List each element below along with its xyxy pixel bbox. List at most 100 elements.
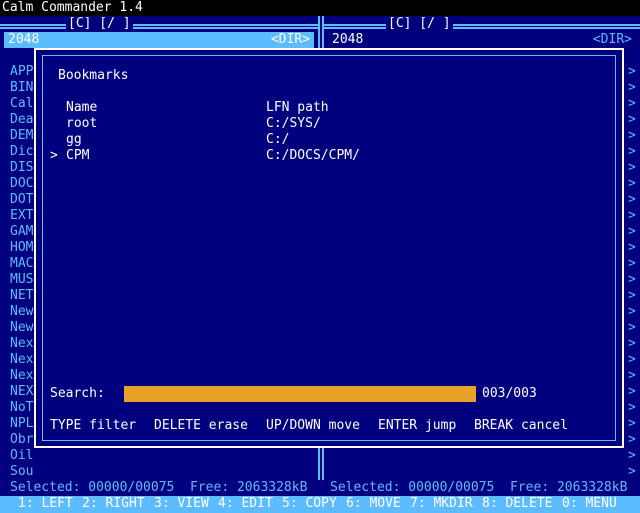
left-selection-status: Selected: 00000/00075 Free: 2063328kB xyxy=(10,480,308,495)
panel-border-line xyxy=(0,27,318,29)
bookmark-name: root xyxy=(66,116,98,131)
left-panel-selected-entry[interactable]: 2048 <DIR> xyxy=(4,32,314,48)
file-list-item-chevron-icon[interactable]: > xyxy=(628,384,640,400)
function-key-number: 7: xyxy=(410,496,426,511)
file-list-item-chevron-icon[interactable]: > xyxy=(628,336,640,352)
function-key-number: 4: xyxy=(218,496,234,511)
function-key-delete[interactable]: 8: DELETE xyxy=(482,496,552,513)
file-list-item-chevron-icon[interactable]: > xyxy=(628,144,640,160)
function-key-number: 8: xyxy=(482,496,498,511)
file-list-item-chevron-icon[interactable]: > xyxy=(628,464,640,480)
file-list-item[interactable]: Oil xyxy=(10,448,40,464)
selected-entry-type: <DIR> xyxy=(270,32,310,47)
file-list-item-chevron-icon[interactable]: > xyxy=(628,64,640,80)
hint-up-down-move: UP/DOWN move xyxy=(266,418,360,433)
file-list-item-chevron-icon[interactable]: > xyxy=(628,128,640,144)
right-panel-selected-entry[interactable]: 2048 <DIR> xyxy=(328,32,636,48)
function-key-left[interactable]: 1: LEFT xyxy=(18,496,73,513)
file-list-item-chevron-icon[interactable]: > xyxy=(628,288,640,304)
search-label: Search: xyxy=(50,386,105,401)
file-list-item-chevron-icon[interactable]: > xyxy=(628,240,640,256)
function-key-label: EDIT xyxy=(233,496,273,511)
file-list-item-chevron-icon[interactable]: > xyxy=(628,400,640,416)
selection-marker-icon xyxy=(50,132,58,148)
file-list-item-chevron-icon[interactable]: > xyxy=(628,80,640,96)
function-key-label: MOVE xyxy=(361,496,401,511)
function-key-right[interactable]: 2: RIGHT xyxy=(82,496,145,513)
function-key-label: COPY xyxy=(297,496,337,511)
bookmark-name: CPM xyxy=(66,148,90,163)
file-list-item-chevron-icon[interactable]: > xyxy=(628,160,640,176)
file-list-item-chevron-icon[interactable]: > xyxy=(628,320,640,336)
file-list-item-chevron-icon[interactable]: > xyxy=(628,176,640,192)
status-bar: Selected: 00000/00075 Free: 2063328kB Se… xyxy=(0,480,640,496)
function-key-number: 1: xyxy=(18,496,34,511)
hint-enter-jump: ENTER jump xyxy=(378,418,457,433)
function-key-menu[interactable]: 0: MENU xyxy=(562,496,617,513)
hint-break-cancel: BREAK cancel xyxy=(474,418,568,433)
bookmark-path: C:/SYS/ xyxy=(266,116,321,131)
file-list-item-chevron-icon[interactable]: > xyxy=(628,352,640,368)
panel-border-line xyxy=(0,24,318,26)
function-key-number: 3: xyxy=(154,496,170,511)
function-key-label: MKDIR xyxy=(425,496,473,511)
bookmark-row[interactable]: > CPM C:/DOCS/CPM/ xyxy=(36,148,596,164)
file-list-item-chevron-icon[interactable]: > xyxy=(628,112,640,128)
file-list-item-chevron-icon[interactable]: > xyxy=(628,224,640,240)
hint-delete-erase: DELETE erase xyxy=(154,418,248,433)
app-title: Calm Commander 1.4 xyxy=(0,0,640,16)
file-list-item-chevron-icon[interactable]: > xyxy=(628,192,640,208)
left-panel-path[interactable]: [C] [/ ] xyxy=(66,16,133,32)
selected-entry-name: 2048 xyxy=(8,32,40,47)
right-file-list[interactable]: > > > > > > > > > > > > > > > > > > > > > > > > > > xyxy=(628,64,640,480)
bookmark-path: C:/DOCS/CPM/ xyxy=(266,148,360,163)
text-cursor xyxy=(116,386,124,402)
file-list-item-chevron-icon[interactable]: > xyxy=(628,416,640,432)
function-key-label: RIGHT xyxy=(97,496,145,511)
panel-border-line xyxy=(324,24,640,26)
hint-type-filter: TYPE filter xyxy=(50,418,137,433)
function-key-label: VIEW xyxy=(169,496,209,511)
file-list-item-chevron-icon[interactable]: > xyxy=(628,272,640,288)
search-input[interactable] xyxy=(116,386,476,402)
file-list-item-chevron-icon[interactable]: > xyxy=(628,368,640,384)
panel-border-line xyxy=(324,27,640,29)
function-key-label: LEFT xyxy=(33,496,73,511)
bookmarks-dialog[interactable]: Bookmarks Name LFN path root C:/SYS/ gg C:… xyxy=(34,48,624,448)
dialog-inner-border xyxy=(42,55,616,441)
dialog-title: Bookmarks xyxy=(58,68,129,83)
selection-marker-icon: > xyxy=(50,148,58,163)
path-column-header: LFN path xyxy=(266,100,329,115)
file-list-item[interactable]: Sou xyxy=(10,464,40,480)
file-list-item-chevron-icon[interactable]: > xyxy=(628,448,640,464)
function-key-number: 5: xyxy=(282,496,298,511)
function-key-number: 0: xyxy=(562,496,578,511)
bookmark-row[interactable]: gg C:/ xyxy=(36,132,596,148)
selected-entry-name: 2048 xyxy=(332,32,364,47)
function-key-number: 2: xyxy=(82,496,98,511)
function-key-view[interactable]: 3: VIEW xyxy=(154,496,209,513)
function-key-bar[interactable]: 1: LEFT 2: RIGHT 3: VIEW 4: EDIT 5: COPY 6: M… xyxy=(0,496,640,513)
name-column-header: Name xyxy=(66,100,98,115)
result-counter: 003/003 xyxy=(482,386,537,401)
bookmark-name: gg xyxy=(66,132,82,147)
right-panel-path[interactable]: [C] [/ ] xyxy=(386,16,453,32)
selection-marker-icon xyxy=(50,116,58,132)
function-key-number: 6: xyxy=(346,496,362,511)
right-selection-status: Selected: 00000/00075 Free: 2063328kB xyxy=(330,480,628,495)
bookmark-path: C:/ xyxy=(266,132,290,147)
function-key-label: MENU xyxy=(577,496,617,511)
file-list-item-chevron-icon[interactable]: > xyxy=(628,432,640,448)
file-list-item-chevron-icon[interactable]: > xyxy=(628,304,640,320)
function-key-move[interactable]: 6: MOVE xyxy=(346,496,401,513)
terminal-screen: Calm Commander 1.4 [C] [/ ] 2048 <DIR> A… xyxy=(0,0,640,513)
file-list-item-chevron-icon[interactable]: > xyxy=(628,256,640,272)
function-key-mkdir[interactable]: 7: MKDIR xyxy=(410,496,473,513)
file-list-item-chevron-icon[interactable]: > xyxy=(628,208,640,224)
function-key-copy[interactable]: 5: COPY xyxy=(282,496,337,513)
selected-entry-type: <DIR> xyxy=(592,32,632,47)
file-list-item-chevron-icon[interactable]: > xyxy=(628,96,640,112)
function-key-edit[interactable]: 4: EDIT xyxy=(218,496,273,513)
bookmark-row[interactable]: root C:/SYS/ xyxy=(36,116,596,132)
function-key-label: DELETE xyxy=(497,496,553,511)
